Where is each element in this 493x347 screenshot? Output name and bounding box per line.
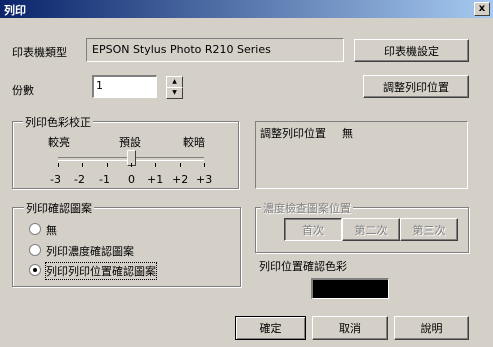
adjust-position-label: 調整列印位置	[383, 80, 449, 94]
scale-label: -2	[74, 173, 85, 186]
slider-tick	[180, 163, 181, 167]
color-correction-title: 列印色彩校正	[23, 114, 93, 130]
slider-tick	[82, 163, 83, 167]
first-pass-label: 首次	[302, 223, 324, 237]
adjust-info-box: 調整列印位置 無	[255, 121, 468, 189]
print-dialog: 列印 x 印表機類型 EPSON Stylus Photo R210 Serie…	[0, 0, 493, 347]
scale-label: -1	[99, 173, 110, 186]
title-bar: 列印 x	[0, 0, 493, 18]
copies-down-button[interactable]: ▼	[166, 87, 183, 99]
cancel-label: 取消	[339, 322, 361, 335]
density-position-title: 濃度檢查圖案位置	[261, 200, 353, 216]
scale-label: +3	[196, 173, 213, 186]
confirm-pattern-title: 列印確認圖案	[24, 200, 94, 216]
ok-label: 確定	[259, 322, 282, 335]
printer-type-value: EPSON Stylus Photo R210 Series	[92, 43, 271, 56]
adjust-info-label: 調整列印位置	[260, 127, 326, 140]
adjust-position-button[interactable]: 調整列印位置	[363, 75, 469, 98]
help-button[interactable]: 說明	[394, 316, 469, 340]
printer-type-label: 印表機類型	[12, 46, 67, 59]
ok-button[interactable]: 確定	[235, 316, 306, 340]
scale-label: 0	[128, 173, 135, 186]
slider-tick	[131, 163, 132, 167]
printer-settings-button[interactable]: 印表機設定	[354, 39, 469, 62]
slider-tick	[204, 163, 205, 167]
darker-label: 較暗	[183, 136, 205, 149]
close-button[interactable]: x	[474, 2, 490, 16]
slider-tick	[58, 163, 59, 167]
slider-tick	[107, 163, 108, 167]
third-pass-button[interactable]: 第三次	[400, 218, 458, 241]
copies-input[interactable]: 1	[92, 75, 157, 98]
second-pass-button[interactable]: 第二次	[342, 218, 400, 241]
radio-density-pattern-label[interactable]: 列印濃度確認圖案	[46, 243, 134, 259]
radio-none[interactable]	[29, 223, 41, 235]
spin-up-icon: ▲	[172, 78, 177, 85]
radio-none-label[interactable]: 無	[46, 222, 57, 238]
scale-label: +2	[172, 173, 189, 186]
radio-position-pattern-label[interactable]: 列印列印位置確認圖案	[45, 262, 157, 280]
adjust-info-value: 無	[342, 127, 353, 140]
default-label: 預設	[119, 136, 141, 149]
position-color-swatch[interactable]	[311, 278, 389, 299]
printer-settings-label: 印表機設定	[384, 44, 439, 58]
second-pass-label: 第二次	[354, 223, 388, 237]
lighter-label: 較亮	[48, 136, 70, 149]
position-color-label: 列印位置確認色彩	[259, 260, 347, 273]
scale-label: +1	[147, 173, 164, 186]
spin-down-icon: ▼	[172, 89, 177, 96]
first-pass-button[interactable]: 首次	[284, 218, 342, 241]
third-pass-label: 第三次	[412, 223, 446, 237]
printer-type-field: EPSON Stylus Photo R210 Series	[86, 38, 344, 62]
radio-density-pattern[interactable]	[29, 244, 41, 256]
copies-label: 份數	[12, 84, 34, 97]
cancel-button[interactable]: 取消	[312, 316, 388, 340]
help-label: 說明	[420, 322, 443, 335]
window-title: 列印	[4, 4, 26, 17]
radio-position-pattern[interactable]	[29, 264, 41, 276]
slider-tick	[155, 163, 156, 167]
scale-label: -3	[50, 173, 61, 186]
